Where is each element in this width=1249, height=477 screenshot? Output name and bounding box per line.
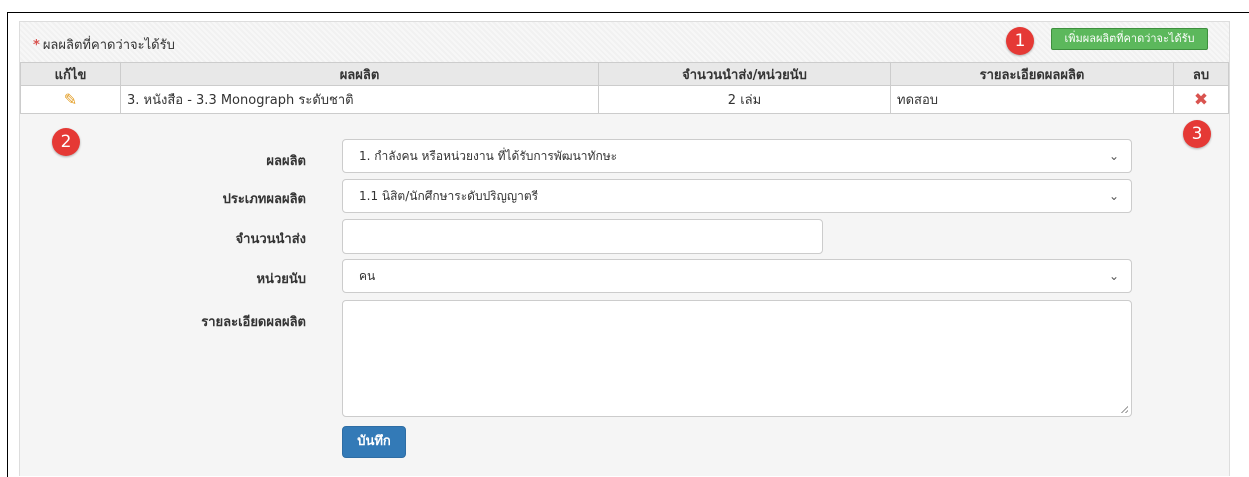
edit-cell: ✎ [20, 85, 121, 114]
chevron-down-icon: ⌄ [1108, 149, 1119, 163]
product-label: ผลผลิต [266, 154, 306, 169]
unit-select-value: คน [359, 269, 376, 283]
unit-label: หน่วยนับ [256, 272, 306, 287]
resize-handle-icon[interactable] [1120, 405, 1128, 413]
window-frame-top [7, 12, 1249, 13]
product-select-value: 1. กำลังคน หรือหน่วยงาน ที่ได้รับการพัฒน… [359, 149, 618, 163]
col-header-product: ผลผลิต [120, 62, 599, 86]
panel-title-text: ผลผลิตที่คาดว่าจะได้รับ [42, 38, 175, 53]
col-header-quantity: จำนวนนำส่ง/หน่วยนับ [598, 62, 891, 86]
callout-badge-2: 2 [52, 128, 80, 156]
product-select[interactable]: 1. กำลังคน หรือหน่วยงาน ที่ได้รับการพัฒน… [342, 139, 1132, 173]
col-header-detail: รายละเอียดผลผลิต [890, 62, 1174, 86]
panel-title: * ผลผลิตที่คาดว่าจะได้รับ [33, 34, 175, 55]
chevron-down-icon: ⌄ [1108, 189, 1119, 203]
type-select[interactable]: 1.1 นิสิต/นักศึกษาระดับปริญญาตรี ⌄ [342, 179, 1132, 213]
type-select-value: 1.1 นิสิต/นักศึกษาระดับปริญญาตรี [359, 189, 539, 203]
callout-badge-1: 1 [1006, 27, 1034, 55]
delete-x-icon[interactable]: ✖ [1194, 90, 1208, 110]
unit-select[interactable]: คน ⌄ [342, 259, 1132, 293]
quantity-label: จำนวนนำส่ง [235, 232, 306, 247]
delete-cell: ✖ [1173, 85, 1229, 114]
save-button[interactable]: บันทึก [342, 426, 406, 458]
quantity-input[interactable] [342, 219, 823, 254]
detail-textarea[interactable] [342, 300, 1132, 417]
product-cell: 3. หนังสือ - 3.3 Monograph ระดับชาติ [120, 85, 599, 114]
required-mark: * [33, 38, 40, 53]
panel-header: * ผลผลิตที่คาดว่าจะได้รับ เพิ่มผลผลิตที่ค… [20, 22, 1229, 63]
detail-label: รายละเอียดผลผลิต [201, 315, 306, 330]
type-label: ประเภทผลผลิต [222, 192, 306, 207]
col-header-edit: แก้ไข [20, 62, 121, 86]
window-frame-left [7, 12, 8, 477]
table-row: ✎ 3. หนังสือ - 3.3 Monograph ระดับชาติ 2… [20, 85, 1229, 114]
chevron-down-icon: ⌄ [1108, 269, 1119, 283]
callout-badge-3: 3 [1183, 120, 1211, 148]
col-header-delete: ลบ [1173, 62, 1229, 86]
quantity-cell: 2 เล่ม [598, 85, 891, 114]
table-header-row: แก้ไข ผลผลิต จำนวนนำส่ง/หน่วยนับ รายละเอ… [20, 62, 1229, 86]
add-expected-output-button[interactable]: เพิ่มผลผลิตที่คาดว่าจะได้รับ [1051, 28, 1208, 50]
expected-output-panel: * ผลผลิตที่คาดว่าจะได้รับ เพิ่มผลผลิตที่ค… [19, 21, 1230, 476]
detail-cell: ทดสอบ [890, 85, 1174, 114]
pencil-icon[interactable]: ✎ [64, 90, 77, 109]
output-table: แก้ไข ผลผลิต จำนวนนำส่ง/หน่วยนับ รายละเอ… [20, 62, 1229, 114]
